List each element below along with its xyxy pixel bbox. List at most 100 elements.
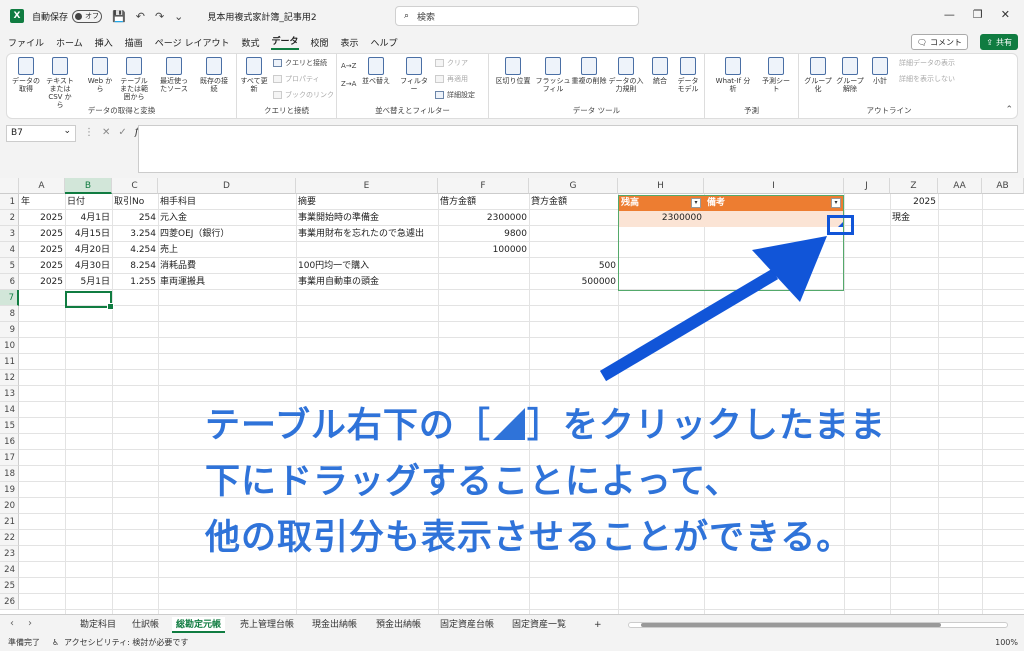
recent-sources-button[interactable]: 最近使ったソース [159,57,189,93]
reapply-icon [435,75,444,83]
sheet-tab-bar: ‹ › 勘定科目 仕訳帳 総勘定元帳 売上管理台帳 現金出納帳 預金出納帳 固定資産台帳 固定… [0,614,1024,634]
consolidate-button[interactable]: 統合 [645,57,675,85]
cancel-icon[interactable]: ✕ [102,127,110,138]
close-icon[interactable]: ✕ [1001,8,1010,21]
reapply-button[interactable]: 再適用 [435,74,468,84]
group-button[interactable]: グループ化 [803,57,833,93]
queries-connections-button[interactable]: クエリと接続 [273,58,327,68]
add-sheet-icon[interactable]: + [590,617,606,633]
advanced-filter-button[interactable]: 詳細設定 [435,90,475,100]
zoom-level[interactable]: 100% [995,634,1018,651]
undo-icon[interactable]: ↶ [136,10,145,23]
data-validation-button[interactable]: データの入力規則 [607,57,645,93]
properties-icon [273,75,282,83]
next-sheet-icon[interactable]: › [28,618,32,629]
menu-tab[interactable]: 表示 [341,36,359,49]
sheet-tab[interactable]: 現金出納帳 [308,617,361,633]
table-icon [126,57,142,75]
web-button[interactable]: Web から [85,57,115,93]
consolidate-icon [652,57,668,75]
ribbon: データの取得 テキストまたは CSV から Web から テーブルまたは範囲から… [6,53,1018,119]
restore-icon[interactable]: ❐ [973,8,983,21]
enter-icon[interactable]: ✓ [118,127,126,138]
show-detail-button[interactable]: 詳細データの表示 [899,58,955,68]
menu-tab[interactable]: ページ レイアウト [155,36,230,49]
whatif-button[interactable]: What-If 分析 [713,57,753,93]
scrollbar-thumb[interactable] [641,623,941,627]
subtotal-icon [872,57,888,75]
prev-sheet-icon[interactable]: ‹ [10,618,14,629]
document-title[interactable]: 見本用複式家計簿_記事用2 [207,10,316,23]
status-accessibility[interactable]: アクセシビリティ: 検討が必要です [64,634,188,651]
ribbon-group-sort-filter: A→Z Z→A 並べ替え フィルター クリア 再適用 詳細設定 並べ替えとフィル… [337,54,489,118]
database-icon [18,57,34,75]
annotation-line: テーブル右下の［ [205,406,491,446]
sheet-tab[interactable]: 勘定科目 [76,617,120,633]
collapse-ribbon-icon[interactable]: ⌃ [1005,105,1013,115]
menu-tab[interactable]: 数式 [241,36,259,49]
sheet-tab[interactable]: 固定資産一覧 [508,617,570,633]
sheet-tab[interactable]: 預金出納帳 [372,617,425,633]
filter-button[interactable]: フィルター [399,57,429,93]
refresh-icon [246,57,262,75]
sheet-tab[interactable]: 売上管理台帳 [236,617,298,633]
save-icon[interactable]: 💾 [112,10,126,23]
clear-button[interactable]: クリア [435,58,468,68]
menu-tab[interactable]: ホーム [56,36,83,49]
data-model-button[interactable]: データ モデル [673,57,703,93]
annotation-text: 下にドラッグすることによって、 [205,460,925,504]
refresh-all-button[interactable]: すべて更新 [239,57,269,93]
minimize-icon[interactable]: — [944,8,955,21]
menu-tab[interactable]: ヘルプ [371,36,398,49]
spreadsheet-grid[interactable]: A B C D E F G H I J Z AA AB 1 2 3 4 5 6 7 8 9 10 11 12 13 14 15 16 17… [0,178,1024,614]
workbook-links-button[interactable]: ブックのリンク [273,90,334,100]
ribbon-group-outline: グループ化 グループ解除 小計 詳細データの表示 詳細を表示しない アウトライン [803,57,955,115]
globe-icon [92,57,108,75]
sheet-tab[interactable]: 仕訳帳 [128,617,163,633]
ungroup-icon [842,57,858,75]
existing-connections-button[interactable]: 既存の接続 [199,57,229,93]
status-ready: 準備完了 [8,638,40,647]
flash-fill-button[interactable]: フラッシュ フィル [535,57,571,93]
search-input[interactable]: ⌕ 検索 [395,6,639,26]
table-range-button[interactable]: テーブルまたは範囲から [119,57,149,101]
sheet-tab[interactable]: 固定資産台帳 [436,617,498,633]
autosave-toggle[interactable]: オフ [72,9,103,23]
text-to-columns-button[interactable]: 区切り位置 [495,57,531,85]
sort-button[interactable]: 並べ替え [361,57,391,85]
share-button[interactable]: ⇪ 共有 [980,34,1018,50]
resize-handle-triangle-icon [492,408,525,440]
search-icon: ⌕ [404,11,410,21]
text-csv-button[interactable]: テキストまたは CSV から [45,57,75,109]
name-box[interactable]: B7 [6,124,76,142]
sort-za-button[interactable]: Z→A [341,80,356,88]
autosave-label: 自動保存 [32,12,69,23]
link-icon [273,91,282,99]
remove-duplicates-button[interactable]: 重複の削除 [571,57,607,85]
text-columns-icon [505,57,521,75]
annotation-text: 他の取引分も表示させることができる。 [205,516,925,560]
hide-detail-button[interactable]: 詳細を表示しない [899,74,955,84]
menu-tab[interactable]: データ [271,34,299,50]
menu-tab[interactable]: 挿入 [95,36,113,49]
forecast-sheet-button[interactable]: 予測シート [761,57,791,93]
menu-tab[interactable]: 校閲 [311,36,329,49]
formula-controls: ⋮ ✕ ✓ fx [84,127,144,138]
ungroup-button[interactable]: グループ解除 [835,57,865,93]
group-icon [810,57,826,75]
sheet-tab[interactable]: 総勘定元帳 [172,617,226,633]
redo-icon[interactable]: ↷ [155,10,164,23]
formula-input[interactable] [138,125,1018,173]
sort-az-button[interactable]: A→Z [341,62,356,70]
menu-tab[interactable]: 描画 [125,36,143,49]
horizontal-scrollbar[interactable] [628,622,1008,628]
menu-tab[interactable]: ファイル [8,36,44,49]
get-data-button[interactable]: データの取得 [11,57,41,93]
customize-qat-icon[interactable]: ⌄ [174,10,183,23]
window-controls: — ❐ ✕ [944,8,1010,21]
comment-button[interactable]: 🗨 コメント [910,34,968,50]
properties-button[interactable]: プロパティ [273,74,320,84]
subtotal-button[interactable]: 小計 [865,57,895,85]
clear-filter-icon [435,59,444,67]
ribbon-group-queries: すべて更新 クエリと接続 プロパティ ブックのリンク クエリと接続 [237,54,337,118]
